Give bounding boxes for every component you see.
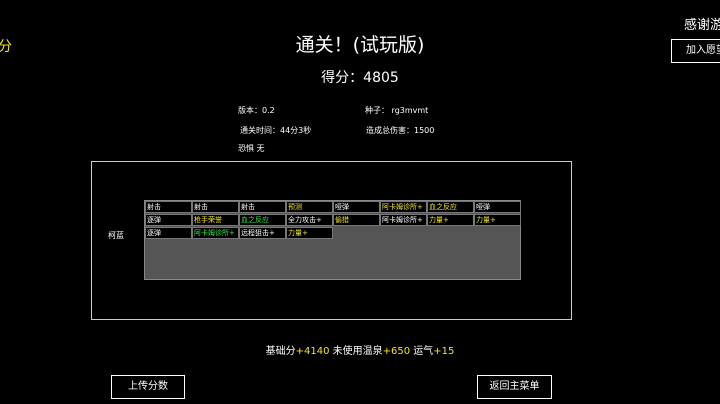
total-damage-info: 造成总伤害：1500 xyxy=(366,126,435,135)
luck-label: 运气 xyxy=(410,346,434,357)
card-slot[interactable]: 哑弹 xyxy=(474,201,521,213)
card-slot[interactable]: 力量+ xyxy=(427,214,474,226)
page-title: 通关！(试玩版) xyxy=(295,34,425,56)
card-slot[interactable]: 血之反应 xyxy=(427,201,474,213)
join-wishlist-button[interactable]: 加入愿望 xyxy=(671,39,720,63)
unused-spring-label: 未使用温泉 xyxy=(329,346,383,357)
card-slot[interactable]: 阿卡姆诊所+ xyxy=(380,214,427,226)
score-value: 4805 xyxy=(363,70,399,86)
clear-time-info: 通关时间：44分3秒 xyxy=(240,126,312,135)
card-slot[interactable]: 力量+ xyxy=(286,227,333,239)
card-slot[interactable]: 哑弹 xyxy=(333,201,380,213)
base-score-value: +4140 xyxy=(295,346,330,357)
return-main-menu-button[interactable]: 返回主菜单 xyxy=(477,375,552,399)
card-slot[interactable]: 逐弹 xyxy=(145,227,192,239)
card-slot[interactable]: 阿卡姆诊所+ xyxy=(380,201,427,213)
card-grid: 射击 射击 射击 预测 哑弹 阿卡姆诊所+ 血之反应 哑弹 逐弹 枪手荣誉 血之反应 全力攻击+ 偷猎阿… xyxy=(144,200,521,280)
thanks-text: 感谢游 xyxy=(684,18,720,33)
unused-spring-value: +650 xyxy=(382,346,411,357)
card-slot[interactable]: 射击 xyxy=(145,201,192,213)
seed-info: 种子： rg3mvmt xyxy=(365,106,429,115)
score-label: 得分： xyxy=(321,70,364,86)
card-slot[interactable]: 逐弹 xyxy=(145,214,192,226)
base-score-label: 基础分 xyxy=(265,346,296,357)
upload-score-button[interactable]: 上传分数 xyxy=(111,375,185,399)
card-slot[interactable]: 血之反应 xyxy=(239,214,286,226)
card-slot[interactable]: 预测 xyxy=(286,201,333,213)
card-slot[interactable]: 力量+ xyxy=(474,214,521,226)
card-slot[interactable]: 枪手荣誉 xyxy=(192,214,239,226)
score-line: 得分：4805 xyxy=(0,67,720,87)
card-slot[interactable]: 全力攻击+ xyxy=(286,214,333,226)
card-slot[interactable]: 阿卡姆诊所+ xyxy=(192,227,239,239)
card-slot[interactable]: 远程狙击+ xyxy=(239,227,286,239)
score-summary: 基础分+4140 未使用温泉+650 运气+15 xyxy=(0,342,720,357)
character-name: 柯蓝 xyxy=(108,231,124,240)
fear-info: 恐惧 无 xyxy=(238,144,265,153)
card-slot[interactable]: 偷猎 xyxy=(333,214,380,226)
luck-value: +15 xyxy=(433,346,455,357)
version-info: 版本：0.2 xyxy=(238,106,275,115)
card-slot[interactable]: 射击 xyxy=(239,201,286,213)
card-slot[interactable]: 射击 xyxy=(192,201,239,213)
